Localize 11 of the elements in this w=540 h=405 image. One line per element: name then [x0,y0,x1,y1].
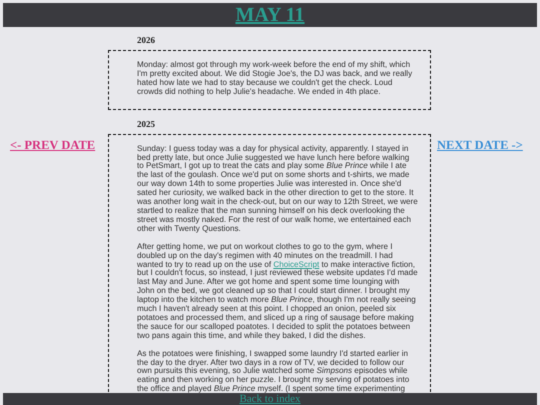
next-date-link[interactable]: NEXT DATE -> [437,138,523,152]
entry-paragraph: Sunday: I guess today was a day for physical activity, apparently. I stayed in bed pretty late, but once Julie suggested we have lunch here before walking to PetSmart, I got up to treat the cats and play some Blue Prince while I ate the last of the goulash. Once we'd put on some shorts and t-shirts, we made our way down 14th to some properties Julie was interested in. Once she'd sated her curiosity, we walked back in the other direction to get to the store. It was another long wait in the check-out, but on our way to 12th Street, we were startled to realize that the man sunning himself on his deck overlooking the street was mostly naked. For the rest of our walk home, we entertained each other with Twenty Questions. [137,144,418,234]
back-to-index-link[interactable]: Back to index [239,393,301,405]
choicescript-link[interactable]: ChoiceScript [273,260,320,268]
entry-paragraph: Monday: almost got through my work-week before the end of my shift, which I'm pretty excited about. We did Stogie Joe's, the DJ was back, and we really hated how late we had to stay because we couldn't get the check. Loud crowds did nothing to help Julie's headache. We ended in 4th place. [137,61,414,97]
entry-paragraph: After getting home, we put on workout clothes to go to the gym, where I doubled up on the day's regimen with 40 minutes on the treadmill. I had wanted to try to read up on the use of ChoiceScript to make interactive fiction, but I couldn't focus, so instead, I just reviewed these website updates I'd made last May and June. After we got home and spent some time lounging with John on the bed, we got cleaned up so that I could start dinner. I brought my laptop into the kitchen to watch more Blue Prince, though I'm not really seeing much I haven't already seen at this point. I chopped an onion, peeled six potatoes and processed them, and sliced up a ring of sausage before making the sauce for our scalloped poatotes. I decided to split the potatoes between two pans again this time, and while they baked, I did the dishes. [137,242,418,341]
entry-paragraph: As the potatoes were finishing, I swapped some laundry I'd started earlier in the day to the dryer. After two days in a row of TV, we decided to follow our own pursuits this evening, so Julie watched some Simpsons episodes while eating and then working on her puzzle. I brought my serving of potatoes into the office and played Blue Prince myself. (I spent some time experimenting [137,350,410,394]
page-title[interactable]: MAY 11 [235,3,305,27]
year-heading: 2025 [136,118,156,130]
prev-date-link[interactable]: <- PREV DATE [10,138,96,152]
year-heading: 2026 [136,35,156,46]
